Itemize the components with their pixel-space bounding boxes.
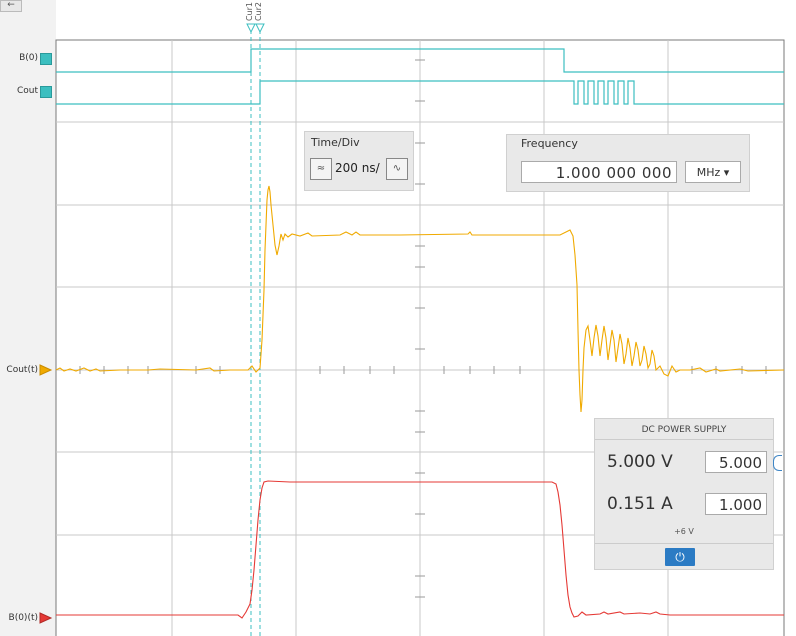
- frequency-panel: Frequency 1.000 000 000 MHz ▾: [506, 134, 750, 192]
- panel-collapse-handle[interactable]: [773, 455, 782, 471]
- voltage-setpoint-input[interactable]: 5.000: [705, 451, 767, 473]
- dc-power-supply-panel: DC POWER SUPPLY 5.000 V 5.000 0.151 A 1.…: [594, 418, 774, 570]
- time-div-title: Time/Div: [311, 136, 360, 149]
- time-div-increase-button[interactable]: ∿: [386, 158, 408, 180]
- cursor-handles: [246, 23, 265, 34]
- power-toggle-button[interactable]: ⏻: [665, 548, 695, 566]
- channel-cout-marker[interactable]: [40, 86, 52, 98]
- supply-rail-label: +6 V: [674, 527, 694, 536]
- time-div-value: 200 ns/: [335, 161, 380, 175]
- current-limit-input[interactable]: 1.000: [705, 493, 767, 515]
- channel-label-b0: B(0): [19, 53, 38, 63]
- channel-label-b0-t: B(0)(t): [8, 613, 38, 623]
- time-div-panel: Time/Div ≈ 200 ns/ ∿: [304, 131, 414, 191]
- wave-expand-icon: ∿: [392, 163, 402, 174]
- channel-label-cout: Cout: [16, 86, 38, 96]
- power-icon: ⏻: [675, 550, 685, 564]
- channel-b0-t-marker[interactable]: [39, 612, 53, 624]
- voltage-reading: 5.000 V: [607, 452, 673, 472]
- channel-label-cout-t: Cout(t): [6, 365, 38, 375]
- cursor-1-label[interactable]: Cur1: [245, 2, 254, 21]
- channel-cout-t-marker[interactable]: [39, 364, 53, 376]
- cursor-1-handle: [246, 23, 256, 34]
- current-reading: 0.151 A: [607, 494, 673, 514]
- frequency-unit-select[interactable]: MHz ▾: [685, 161, 741, 183]
- time-div-decrease-button[interactable]: ≈: [310, 158, 332, 180]
- dc-power-supply-title: DC POWER SUPPLY: [595, 421, 773, 440]
- wave-compress-icon: ≈: [316, 163, 326, 174]
- frequency-input[interactable]: 1.000 000 000: [521, 161, 677, 183]
- dc-panel-divider: [595, 543, 773, 544]
- channel-b0-marker[interactable]: [40, 53, 52, 65]
- cursor-2-handle: [255, 23, 265, 34]
- cursor-2-label[interactable]: Cur2: [254, 2, 263, 21]
- frequency-title: Frequency: [521, 137, 578, 150]
